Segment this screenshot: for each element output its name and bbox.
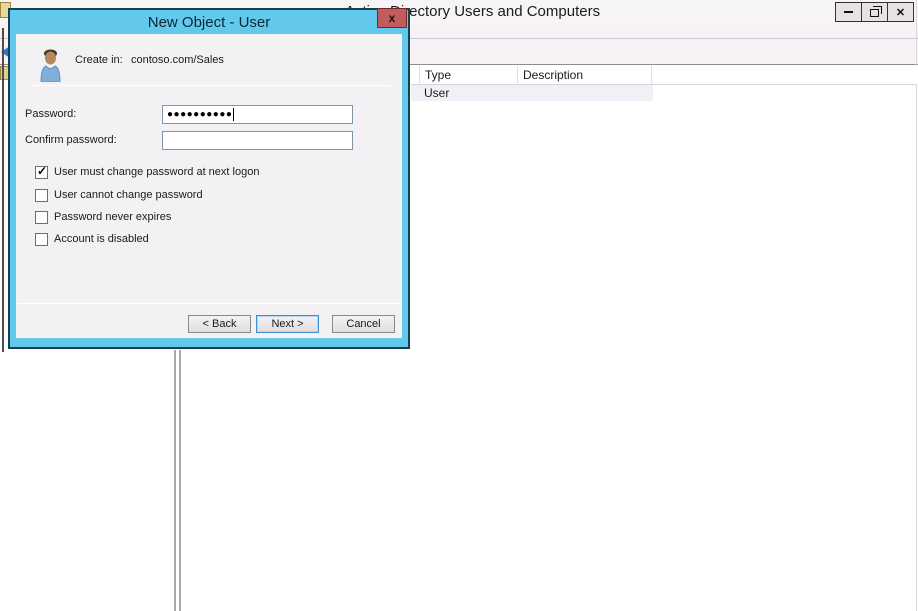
divider bbox=[30, 85, 391, 86]
row-type-cell: User bbox=[424, 86, 450, 100]
close-button[interactable]: ✕ bbox=[887, 2, 914, 22]
minimize-button[interactable] bbox=[835, 2, 862, 22]
text-caret bbox=[233, 108, 235, 121]
checkbox-row-password-never-expires[interactable]: Password never expires bbox=[35, 210, 171, 224]
checkbox[interactable] bbox=[35, 232, 48, 246]
dialog-title: New Object - User bbox=[147, 14, 271, 31]
password-masked-value: ●●●●●●●●●● bbox=[167, 109, 233, 120]
user-person-icon bbox=[40, 49, 61, 82]
checkbox[interactable] bbox=[35, 188, 48, 202]
close-icon: ✕ bbox=[895, 6, 906, 19]
dialog-content: Create in: contoso.com/Sales Password: ●… bbox=[16, 34, 402, 338]
window-controls: ✕ bbox=[835, 2, 914, 22]
confirm-password-label: Confirm password: bbox=[25, 134, 117, 146]
close-icon: x bbox=[388, 11, 396, 25]
restore-button[interactable] bbox=[861, 2, 888, 22]
checkbox-row-must-change-password[interactable]: User must change password at next logon bbox=[35, 164, 260, 179]
column-header-type[interactable]: Type bbox=[420, 66, 518, 84]
checkbox-row-account-disabled[interactable]: Account is disabled bbox=[35, 232, 149, 246]
confirm-password-input[interactable] bbox=[162, 131, 353, 150]
create-in-label: Create in: bbox=[75, 54, 123, 66]
create-in-value: contoso.com/Sales bbox=[131, 54, 224, 66]
restore-icon bbox=[870, 5, 882, 17]
checkbox[interactable] bbox=[35, 210, 48, 224]
column-header-description[interactable]: Description bbox=[518, 66, 652, 84]
next-button[interactable]: Next > bbox=[256, 315, 319, 333]
checkbox-label: User cannot change password bbox=[54, 189, 203, 201]
dialog-close-button[interactable]: x bbox=[377, 8, 407, 28]
checkbox-row-cannot-change-password[interactable]: User cannot change password bbox=[35, 188, 203, 202]
table-row[interactable]: User bbox=[411, 85, 653, 101]
checkbox-label: Account is disabled bbox=[54, 233, 149, 245]
list-header-spacer bbox=[411, 66, 420, 84]
tree-pane-edge bbox=[2, 28, 4, 352]
list-header-row: Type Description bbox=[411, 66, 917, 85]
password-label: Password: bbox=[25, 108, 77, 120]
pane-splitter[interactable] bbox=[179, 350, 181, 611]
minimize-icon bbox=[844, 11, 853, 13]
checkbox-label: User must change password at next logon bbox=[54, 166, 260, 178]
password-input[interactable]: ●●●●●●●●●● bbox=[162, 105, 353, 124]
pane-splitter[interactable] bbox=[174, 350, 176, 611]
checkbox-label: Password never expires bbox=[54, 211, 172, 223]
new-object-user-dialog: New Object - User x Create in: contoso.c… bbox=[8, 8, 410, 349]
divider bbox=[17, 303, 401, 304]
checkbox[interactable] bbox=[35, 164, 48, 179]
cancel-button[interactable]: Cancel bbox=[332, 315, 395, 333]
window-right-border bbox=[916, 0, 917, 611]
back-button[interactable]: < Back bbox=[188, 315, 251, 333]
